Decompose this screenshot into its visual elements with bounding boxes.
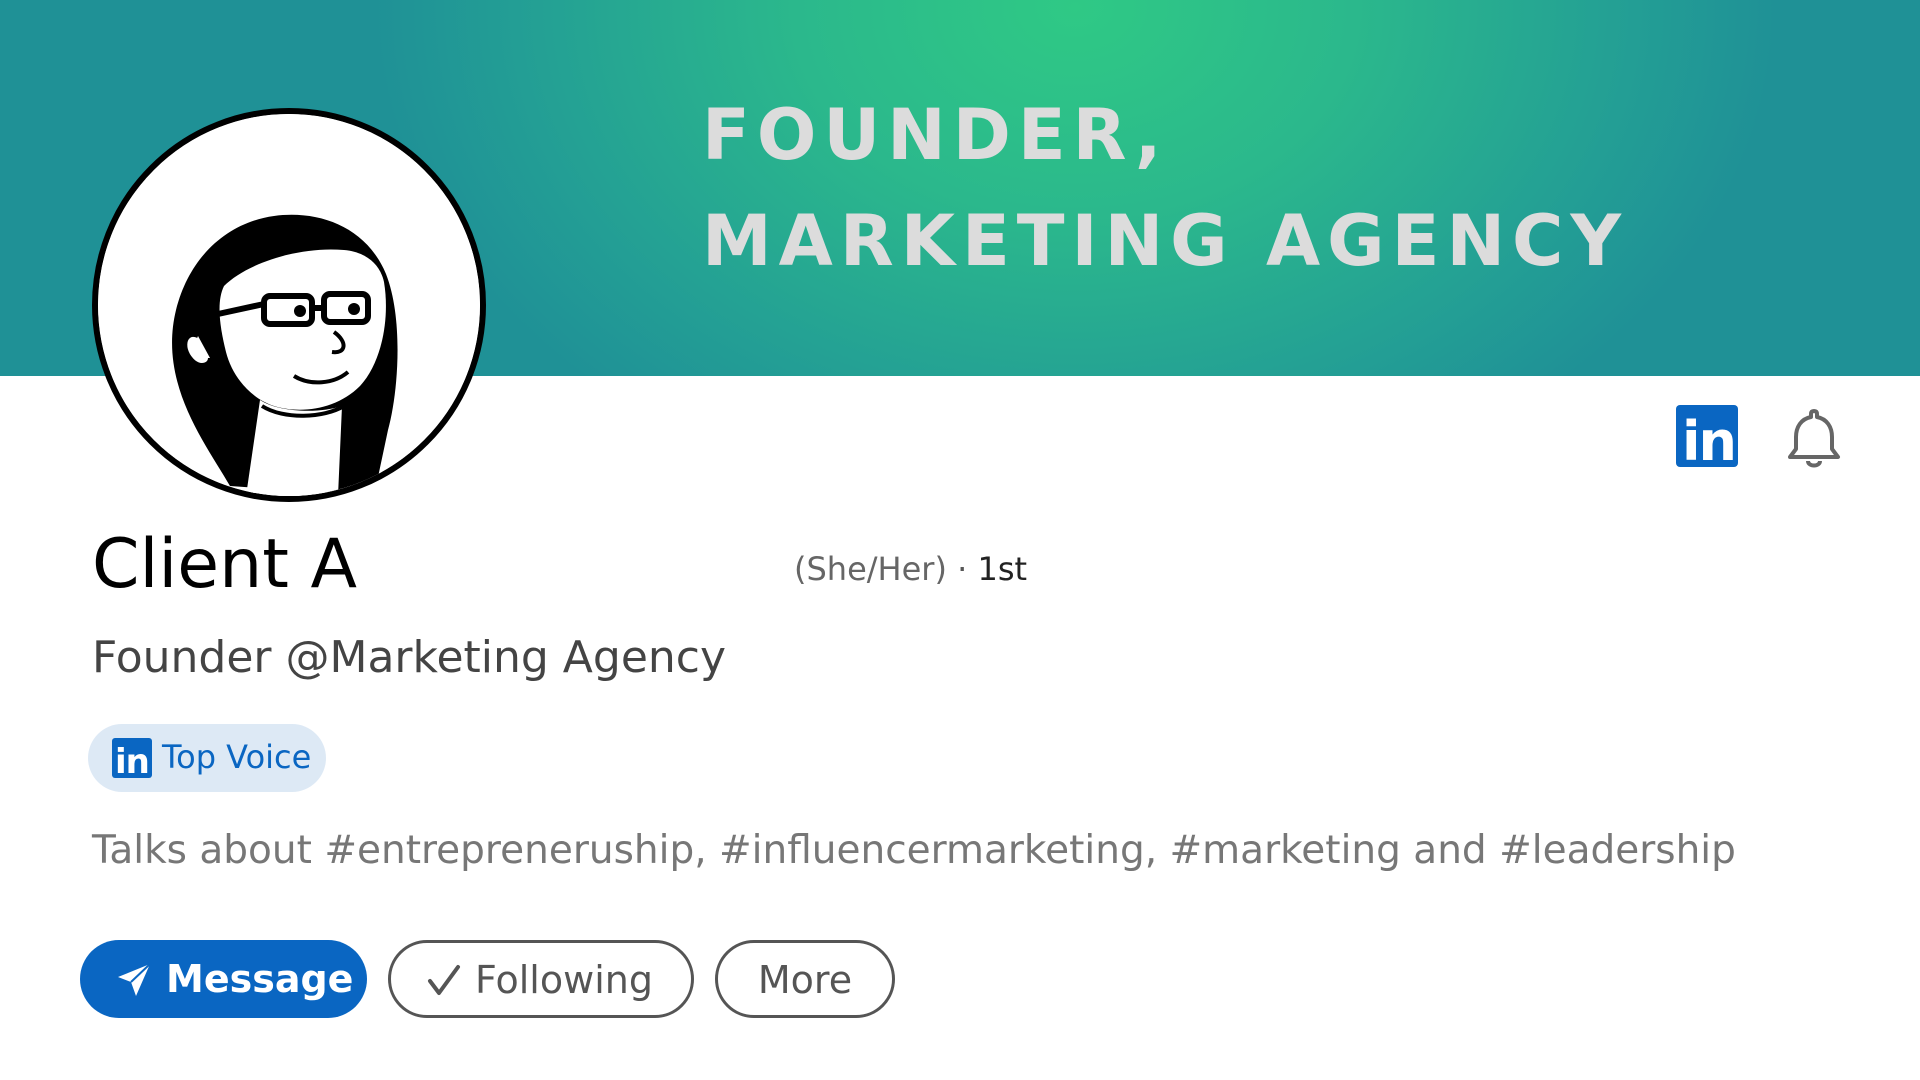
talks-about: Talks about #entrepreneruship, #influenc…	[92, 828, 1736, 873]
bell-icon[interactable]	[1780, 405, 1848, 473]
linkedin-icon: in	[112, 738, 152, 782]
message-button-label: Message	[166, 957, 354, 1001]
banner-title-line-2: MARKETING AGENCY	[702, 200, 1629, 282]
header-actions: in	[0, 405, 1920, 475]
following-button[interactable]: Following	[388, 940, 694, 1018]
linkedin-logo-text: in	[1682, 410, 1737, 473]
check-icon	[428, 965, 460, 995]
connection-degree: 1st	[977, 550, 1028, 588]
top-voice-badge[interactable]: in Top Voice	[88, 724, 326, 792]
following-button-label: Following	[475, 958, 653, 1002]
message-button[interactable]: Message	[80, 940, 367, 1018]
badge-label: Top Voice	[162, 738, 312, 776]
profile-headline: Founder @Marketing Agency	[92, 632, 727, 683]
separator-dot: ·	[957, 550, 968, 588]
more-button-label: More	[757, 958, 853, 1002]
more-button[interactable]: More	[715, 940, 895, 1018]
linkedin-icon[interactable]: in	[1676, 405, 1738, 473]
pronouns-line: (She/Her) · 1st	[794, 550, 1027, 588]
pronouns: (She/Her)	[794, 550, 947, 588]
banner-title-line-1: FOUNDER,	[702, 94, 1169, 176]
badge-logo-text: in	[115, 742, 150, 782]
profile-name: Client A	[92, 525, 357, 604]
profile-card: FOUNDER, MARKETING AGENCY in Client A (S…	[0, 0, 1920, 1080]
send-icon	[118, 963, 151, 996]
